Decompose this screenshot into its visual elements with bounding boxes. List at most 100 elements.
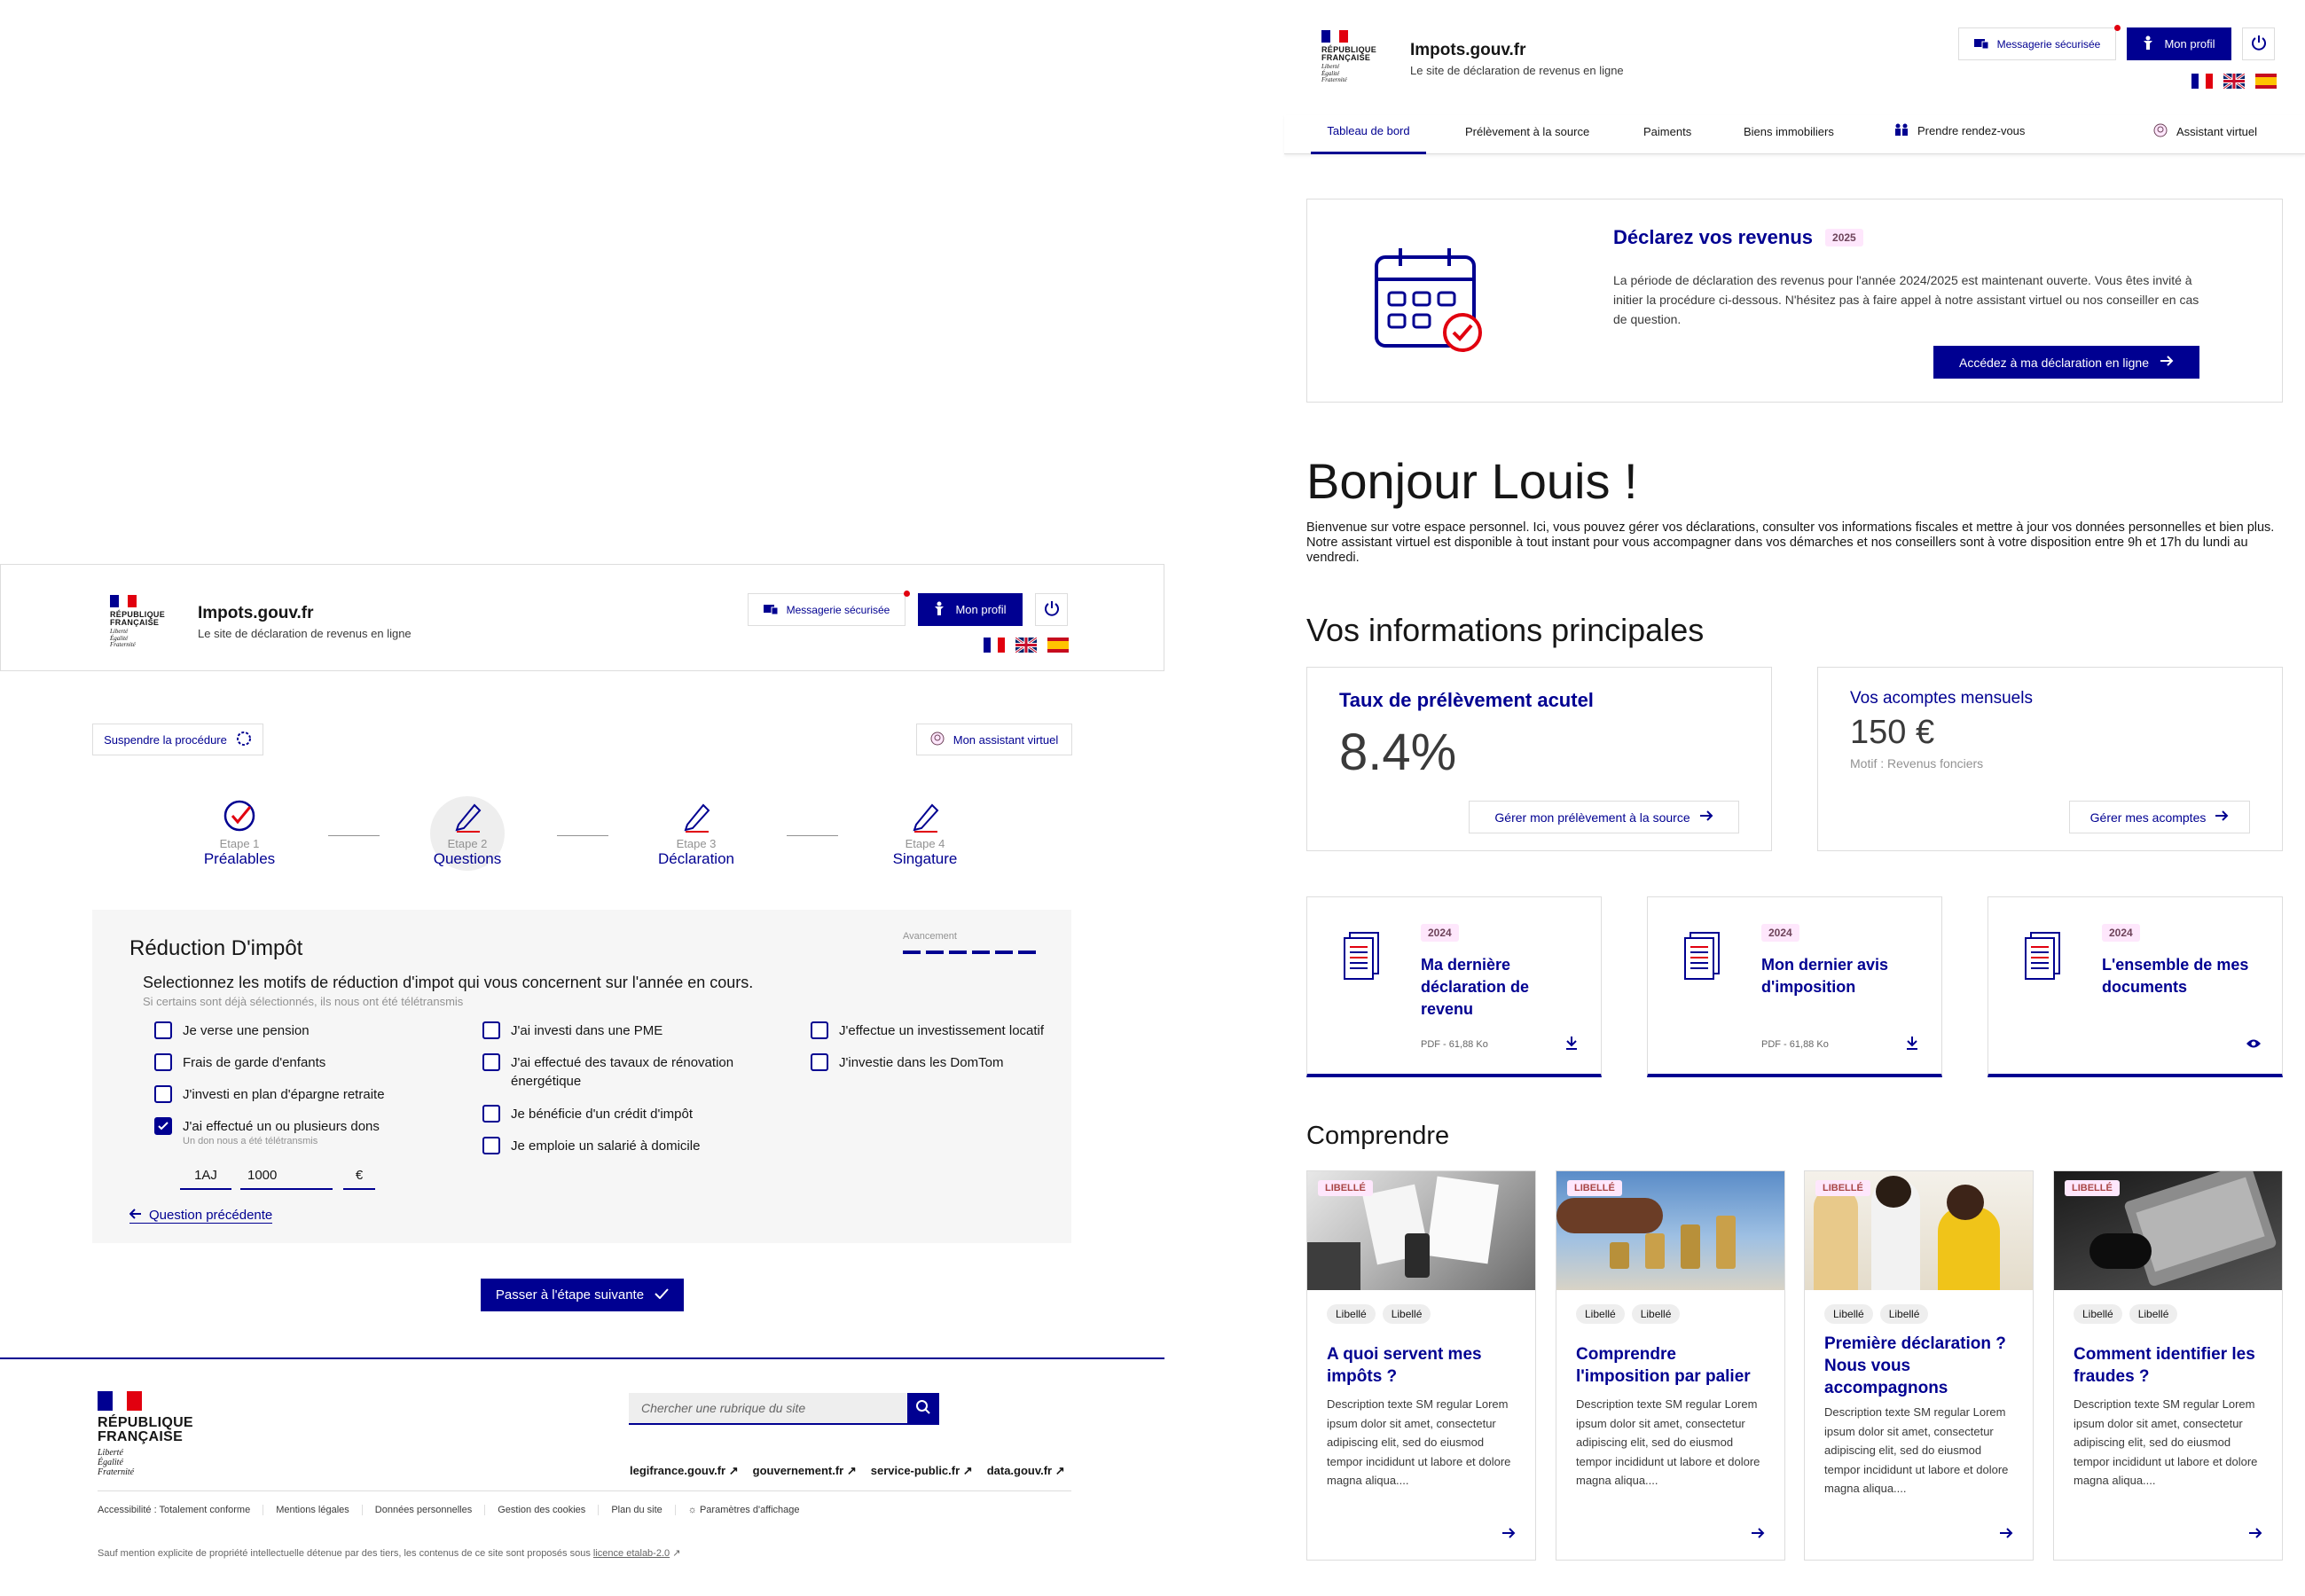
manage-prelevement-button[interactable]: Gérer mon prélèvement à la source [1469,801,1739,833]
bottom-link[interactable]: Accessibilité : Totalement conforme [98,1505,264,1515]
article-image: LIBELLÉ [2054,1171,2282,1290]
document-card[interactable]: 2024 Mon dernier avis d'imposition PDF -… [1647,896,1942,1077]
display-settings-link[interactable]: ☼ Paramètres d'affichage [676,1505,812,1515]
nav-assistant-virtuel[interactable]: Assistant virtuel [2153,123,2257,140]
tab-biens-immobiliers[interactable]: Biens immobiliers [1744,125,1834,138]
article-card[interactable]: LIBELLÉ Libellé Libellé Comprendre l'impo… [1556,1170,1785,1561]
messagerie-button[interactable]: Messagerie sécurisée [748,591,910,626]
checkbox[interactable] [154,1085,172,1103]
license-text: Sauf mention explicite de propriété inte… [98,1548,681,1559]
article-card[interactable]: LIBELLÉ Libellé Libellé Première déclarat… [1804,1170,2034,1561]
article-tag[interactable]: Libellé [1382,1304,1431,1324]
checkbox-option[interactable]: J'ai effectué un ou plusieurs dons Un don… [154,1117,380,1146]
article-tag[interactable]: Libellé [1631,1304,1681,1324]
article-tag[interactable]: Libellé [2129,1304,2178,1324]
checkbox-option[interactable]: Je emploie un salarié à domicile [482,1137,700,1155]
footer-link[interactable]: service-public.fr ↗ [871,1464,973,1478]
section-title: Réduction D'impôt [129,936,303,960]
license-link[interactable]: licence etalab-2.0 [593,1548,670,1559]
step-1[interactable]: Etape 1 Préalables [186,798,293,868]
french-flag-icon[interactable] [2191,74,2213,89]
download-icon[interactable] [1905,1036,1919,1054]
article-tag[interactable]: Libellé [1824,1304,1873,1324]
step-4[interactable]: Etape 4 Singature [872,798,978,868]
search-input[interactable]: Chercher une rubrique du site [629,1393,907,1425]
pen-icon [414,798,521,833]
search-button[interactable] [907,1393,939,1425]
messagerie-button[interactable]: Messagerie sécurisée [1958,25,2121,60]
uk-flag-icon[interactable] [1015,638,1037,653]
bottom-link[interactable]: Mentions légales [263,1505,363,1515]
spanish-flag-icon[interactable] [2255,74,2277,89]
arrow-right-icon[interactable] [1501,1527,1516,1544]
checkbox-option[interactable]: Frais de garde d'enfants [154,1053,325,1072]
tab-rendez-vous[interactable]: Prendre rendez-vous [1894,123,2025,138]
footer-link[interactable]: gouvernement.fr ↗ [753,1464,857,1478]
checkbox-option[interactable]: J'ai investi dans une PME [482,1021,662,1040]
question-panel: Réduction D'impôt Avancement Selectionne… [92,910,1071,1243]
site-name[interactable]: Impots.gouv.fr [198,604,314,623]
step-3[interactable]: Etape 3 Déclaration [643,798,749,868]
bottom-link[interactable]: Plan du site [599,1505,676,1515]
footer-link[interactable]: legifrance.gouv.fr ↗ [630,1464,739,1478]
article-card[interactable]: LIBELLÉ Libellé Libellé A quoi servent me… [1306,1170,1536,1561]
footer-link[interactable]: data.gouv.fr ↗ [987,1464,1065,1478]
checkbox[interactable] [482,1053,500,1071]
profil-button[interactable]: Mon profil [2127,27,2231,60]
document-card[interactable]: 2024 Ma dernière déclaration de revenu P… [1306,896,1602,1077]
site-tagline: Le site de déclaration de revenus en lig… [198,627,412,640]
checkbox-option[interactable]: J'ai effectué des tavaux de rénovation é… [482,1053,749,1091]
checkbox[interactable] [154,1021,172,1039]
amount-input[interactable]: 1000 [240,1163,333,1190]
suspend-procedure-button[interactable]: Suspendre la procédure [92,724,263,755]
arrow-right-icon[interactable] [1999,1527,2013,1544]
article-tag[interactable]: Libellé [2074,1304,2122,1324]
article-tag[interactable]: Libellé [1327,1304,1376,1324]
assistant-button[interactable]: Mon assistant virtuel [916,724,1072,755]
spanish-flag-icon[interactable] [1047,638,1069,653]
checkbox[interactable] [482,1021,500,1039]
case-field[interactable]: 1AJ [180,1163,231,1190]
question-hint: Si certains sont déjà sélectionnés, ils … [143,995,464,1008]
eye-icon[interactable] [2246,1037,2262,1053]
arrow-right-icon[interactable] [2248,1527,2262,1544]
check-circle-icon [186,798,293,833]
article-tag[interactable]: Libellé [1576,1304,1625,1324]
manage-acomptes-button[interactable]: Gérer mes acomptes [2069,801,2250,833]
next-step-button[interactable]: Passer à l'étape suivante [481,1279,684,1311]
bottom-link[interactable]: Données personnelles [363,1505,486,1515]
tab-tableau-de-bord[interactable]: Tableau de bord [1311,115,1426,154]
profil-button[interactable]: Mon profil [918,593,1023,626]
checkbox[interactable] [811,1021,828,1039]
bottom-link[interactable]: Gestion des cookies [485,1505,600,1515]
download-icon[interactable] [1564,1036,1579,1054]
article-title: Comment identifier les fraudes ? [2074,1345,2255,1386]
checkbox[interactable] [154,1053,172,1071]
article-card[interactable]: LIBELLÉ Libellé Libellé Comment identifie… [2053,1170,2283,1561]
logout-button[interactable] [2242,27,2275,60]
checkbox-option[interactable]: Je verse une pension [154,1021,310,1040]
checkbox-option[interactable]: J'investie dans les DomTom [811,1053,1003,1072]
checkbox-option[interactable]: J'investi en plan d'épargne retraite [154,1085,385,1104]
checkbox-option[interactable]: J'effectue un investissement locatif [811,1021,1044,1040]
arrow-right-icon [2215,810,2229,825]
logout-button[interactable] [1035,593,1068,626]
access-declaration-button[interactable]: Accédez à ma déclaration en ligne [1933,346,2199,379]
arrow-right-icon[interactable] [1751,1527,1765,1544]
uk-flag-icon[interactable] [2223,74,2245,89]
checkbox[interactable] [482,1105,500,1123]
libelle-badge: LIBELLÉ [2065,1180,2120,1196]
tab-paiements[interactable]: Paiments [1643,125,1691,138]
article-tag[interactable]: Libellé [1879,1304,1929,1324]
step-2[interactable]: Etape 2 Questions [414,796,521,871]
tab-prelevement[interactable]: Prélèvement à la source [1465,125,1589,138]
checkbox[interactable] [811,1053,828,1071]
previous-question-link[interactable]: Question précédente [129,1208,273,1224]
french-flag-icon[interactable] [984,638,1005,653]
document-icon [1343,931,1382,985]
site-name[interactable]: Impots.gouv.fr [1410,41,1526,60]
checkbox-checked[interactable] [154,1117,172,1135]
checkbox-option[interactable]: Je bénéficie d'un crédit d'impôt [482,1105,693,1123]
document-card[interactable]: 2024 L'ensemble de mes documents [1987,896,2283,1077]
checkbox[interactable] [482,1137,500,1154]
